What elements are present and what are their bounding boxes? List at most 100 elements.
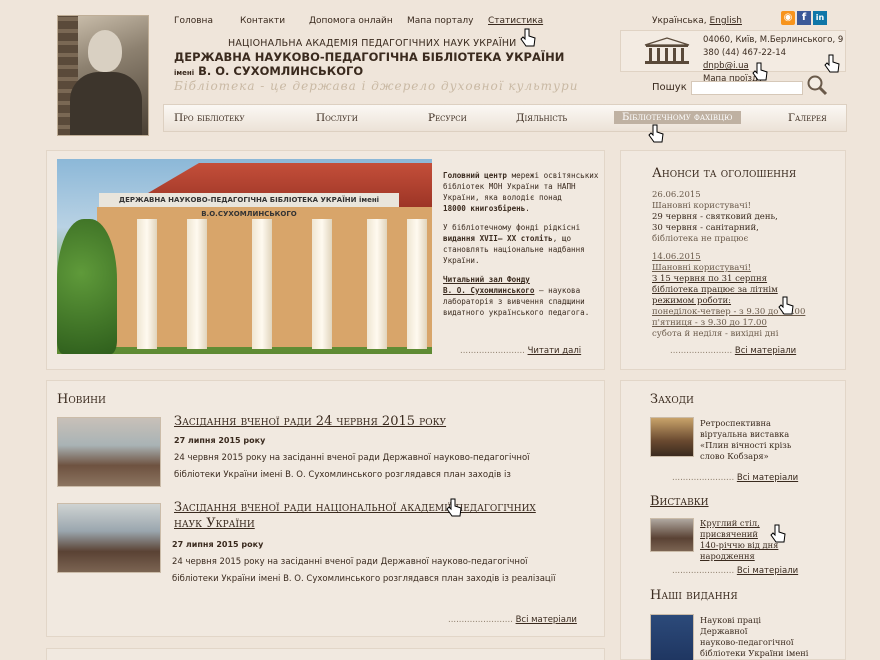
announcements-all: ....................... Всі матеріали [670, 346, 797, 356]
events-line: слово Кобзаря» [700, 451, 769, 461]
exhibitions-line[interactable]: 140-річчю від дня [700, 540, 778, 551]
events-all: ....................... Всі матеріали [672, 473, 799, 483]
news-all: ........................ Всі матеріали [448, 615, 577, 625]
lang-english[interactable]: English [710, 16, 743, 26]
sukhomlynsky-portrait [57, 15, 149, 136]
announcement-line[interactable]: Шановні користувачі! [652, 263, 822, 274]
library-name: ДЕРЖАВНА НАУКОВО-ПЕДАГОГІЧНА БІБЛІОТЕКА … [174, 50, 565, 64]
intro-bold-2: 18000 книгозбірень [443, 204, 526, 213]
announcements-title: Анонси та оголошення [652, 166, 797, 181]
news-thumbnail[interactable] [57, 503, 161, 573]
announcement-line: бібліотека не працює [652, 234, 749, 244]
announcement-line: субота й неділя - вихідні дні [652, 329, 779, 339]
nav-activity[interactable]: Діяльність [516, 112, 567, 124]
announcements-list: 26.06.2015 Шановні користувачі! 29 червн… [652, 190, 822, 340]
slogan: Бібліотека - це держава і джерело духовн… [174, 79, 579, 93]
events-line: Ретроспективна [700, 418, 771, 428]
nav-services[interactable]: Послуги [316, 112, 358, 124]
news-thumbnail[interactable] [57, 417, 161, 487]
bottom-panel [46, 648, 605, 660]
rss-icon[interactable]: ◉ [781, 11, 795, 25]
search-icon[interactable] [806, 74, 828, 96]
linkedin-icon[interactable]: in [813, 11, 827, 25]
exhibitions-all: ....................... Всі матеріали [672, 566, 799, 576]
address-line: 04060, Київ, М.Берлинського, 9 [703, 35, 844, 45]
academy-name: НАЦІОНАЛЬНА АКАДЕМІЯ ПЕДАГОГІЧНИХ НАУК У… [228, 38, 517, 49]
exhibitions-line[interactable]: присвячений [700, 529, 778, 540]
announcement-date[interactable]: 14.06.2015 [652, 252, 822, 263]
news-item-title[interactable]: Засідання вченої ради національної акаде… [174, 500, 536, 515]
announcement-line[interactable]: понеділок-четвер - з 9.30 до 18.00 [652, 307, 822, 318]
announcement-line[interactable]: З 15 червня по 31 серпня [652, 274, 822, 285]
exhibitions-line[interactable]: Круглий стіл, [700, 518, 778, 529]
sukhomlynsky-fund-link[interactable]: В. О. Сухомлинського [443, 286, 534, 295]
publication-cover[interactable] [650, 614, 694, 660]
intro-bold-3: видання XVII– XX століть [443, 234, 553, 243]
lang-ukrainian[interactable]: Українська [652, 16, 704, 26]
nav-resources[interactable]: Ресурси [428, 112, 467, 124]
nav-about[interactable]: Про бібліотеку [174, 112, 245, 124]
topnav-home[interactable]: Головна [174, 16, 213, 26]
events-line: «Плин вічності крізь [700, 440, 792, 450]
name-suffix: В. О. СУХОМЛИНСЬКОГО [198, 64, 364, 78]
intro-bold-1: Головний центр [443, 171, 508, 180]
news-item-text: 24 червня 2015 року на засіданні вченої … [172, 554, 555, 588]
announcements-all-link[interactable]: Всі матеріали [735, 346, 796, 356]
hand-cursor-icon [648, 124, 664, 143]
news-item-title[interactable]: Засідання вченої ради 24 червня 2015 рок… [174, 414, 446, 429]
library-name-sub: імені В. О. СУХОМЛИНСЬКОГО [174, 64, 363, 78]
events-item: Ретроспективна віртуальна виставка «Плин… [700, 418, 791, 462]
publication-item: Наукові праці Державної науково-педагогі… [700, 615, 808, 659]
reading-room-link[interactable]: Читальний зал Фонду [443, 275, 530, 284]
topnav-help-online[interactable]: Допомога онлайн [309, 16, 393, 26]
topnav-statistics[interactable]: Статистика [488, 16, 543, 26]
events-thumbnail[interactable] [650, 417, 694, 457]
exhibitions-line[interactable]: народження [700, 551, 778, 562]
announcement-line[interactable]: режимом роботи: [652, 296, 822, 307]
library-building-icon [644, 37, 690, 64]
facebook-icon[interactable]: f [797, 11, 811, 25]
exhibitions-title[interactable]: Виставки [650, 494, 709, 509]
events-title: Заходи [650, 392, 694, 407]
announcement-line[interactable]: п'ятниця - з 9.30 до 17.00 [652, 318, 822, 329]
news-item-title-line2[interactable]: наук України [174, 516, 255, 531]
hand-cursor-icon [752, 62, 768, 81]
publication-line: Державної [700, 626, 748, 636]
news-item-date: 27 липня 2015 року [174, 436, 266, 445]
library-building-photo: ДЕРЖАВНА НАУКОВО-ПЕДАГОГІЧНА БІБЛІОТЕКА … [57, 159, 432, 354]
hand-cursor-icon [824, 54, 840, 73]
announcement-line: 30 червня - санітарний, [652, 223, 759, 233]
news-item-text-line: 24 червня 2015 року на засіданні вченої … [174, 453, 530, 463]
exhibitions-item[interactable]: Круглий стіл, присвячений 140-річчю від … [700, 518, 778, 562]
news-title: Новини [57, 392, 106, 407]
topnav-contacts[interactable]: Контакти [240, 16, 285, 26]
hand-cursor-icon [778, 296, 794, 315]
topnav-sitemap[interactable]: Мапа порталу [407, 16, 473, 26]
search-input[interactable] [691, 81, 803, 95]
intro-text-1-end: . [525, 204, 530, 213]
phone: 380 (44) 467-22-14 [703, 48, 787, 58]
email-link[interactable]: dnpb@i.ua [703, 61, 749, 71]
exhibitions-all-link[interactable]: Всі матеріали [737, 566, 798, 576]
nav-for-librarians[interactable]: Бібліотечному фахівцю [614, 111, 741, 124]
events-line: віртуальна виставка [700, 429, 790, 439]
search-label: Пошук [652, 82, 687, 93]
address-box: 04060, Київ, М.Берлинського, 9 380 (44) … [620, 30, 846, 84]
news-all-link[interactable]: Всі матеріали [516, 615, 577, 625]
read-more: ........................ Читати далі [460, 346, 582, 356]
announcement-line[interactable]: бібліотека працює за літнім [652, 285, 822, 296]
nav-gallery[interactable]: Галерея [788, 112, 827, 124]
intro-text: Головний центр мережі освітянських біблі… [443, 170, 603, 326]
main-navigation: Про бібліотеку Послуги Ресурси Діяльніст… [163, 104, 847, 132]
exhibitions-thumbnail[interactable] [650, 518, 694, 552]
events-all-link[interactable]: Всі матеріали [737, 473, 798, 483]
publication-line: науково-педагогічної [700, 637, 794, 647]
announcement-date: 26.06.2015 [652, 190, 701, 200]
read-more-link[interactable]: Читати далі [528, 346, 582, 356]
publication-line: Наукові праці [700, 615, 761, 625]
news-item-text: 24 червня 2015 року на засіданні вченої … [174, 450, 530, 484]
hand-cursor-icon [770, 524, 786, 543]
hand-cursor-icon [446, 498, 462, 517]
intro-text-2: У бібліотечному фонді рідкісні [443, 223, 581, 232]
news-item-text-line: бібліотеки України імені В. О. Сухомлинс… [172, 574, 556, 584]
